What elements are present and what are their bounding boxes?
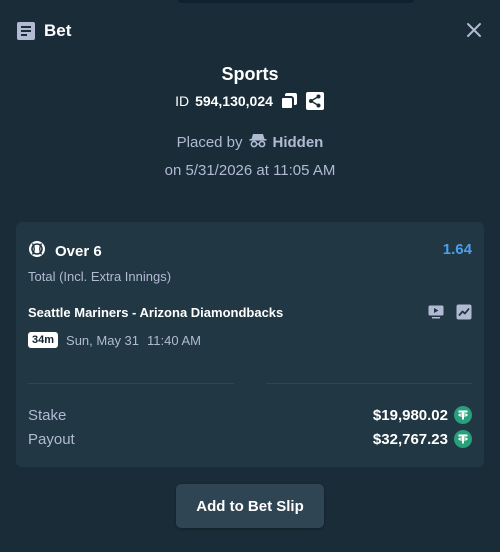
sport-title: Sports — [221, 64, 279, 84]
selection-row: Over 6 — [28, 240, 102, 263]
selection-name: Over 6 — [55, 243, 102, 260]
match-icons — [428, 304, 472, 320]
bet-modal: Bet Sports ID 594,130,024 Placed by Hidd… — [0, 0, 500, 552]
selection-card: Over 6 1.64 Total (Incl. Extra Innings) … — [16, 222, 484, 467]
share-icon[interactable] — [305, 91, 325, 111]
bet-slip-icon — [16, 21, 36, 41]
placed-date: on 5/31/2026 at 11:05 AM — [164, 162, 336, 179]
bet-id-label: ID — [175, 93, 190, 109]
placed-by-label: Placed by — [176, 133, 243, 151]
divider-right — [266, 383, 472, 384]
placed-by-row: Placed by Hidden — [0, 132, 500, 152]
market-name: Total (Incl. Extra Innings) — [28, 269, 172, 284]
modal-header: Bet — [16, 20, 71, 42]
modal-title: Bet — [44, 21, 72, 40]
selection-odds: 1.64 — [442, 241, 472, 258]
payout-row-value: $32,767.23 — [373, 430, 472, 448]
divider-left — [28, 383, 234, 384]
top-notch — [178, 0, 414, 3]
payout-label: Payout — [28, 431, 75, 448]
add-to-bet-slip-button[interactable]: Add to Bet Slip — [176, 484, 324, 528]
live-stream-icon[interactable] — [428, 304, 444, 320]
tether-icon — [454, 406, 472, 424]
stats-icon[interactable] — [456, 304, 472, 320]
close-icon[interactable] — [464, 20, 484, 40]
stake-row-value: $19,980.02 — [373, 406, 472, 424]
incognito-icon — [249, 132, 267, 152]
bet-id-row: ID 594,130,024 — [0, 91, 500, 111]
match-time-row: 34m Sun, May 31 11:40 AM — [28, 332, 201, 348]
stake-label: Stake — [28, 407, 67, 424]
time-until-badge: 34m — [28, 332, 59, 348]
match-date: Sun, May 31 — [66, 332, 140, 348]
payout-value: $32,767.23 — [372, 430, 448, 448]
match-time: 11:40 AM — [147, 332, 201, 348]
bet-id-number: 594,130,024 — [195, 93, 273, 109]
tether-icon — [454, 430, 472, 448]
copy-icon[interactable] — [279, 91, 299, 111]
match-name[interactable]: Seattle Mariners - Arizona Diamondbacks — [28, 305, 283, 320]
baseball-icon — [28, 240, 46, 263]
placed-by-user: Hidden — [272, 133, 324, 151]
stake-value: $19,980.02 — [372, 406, 448, 424]
